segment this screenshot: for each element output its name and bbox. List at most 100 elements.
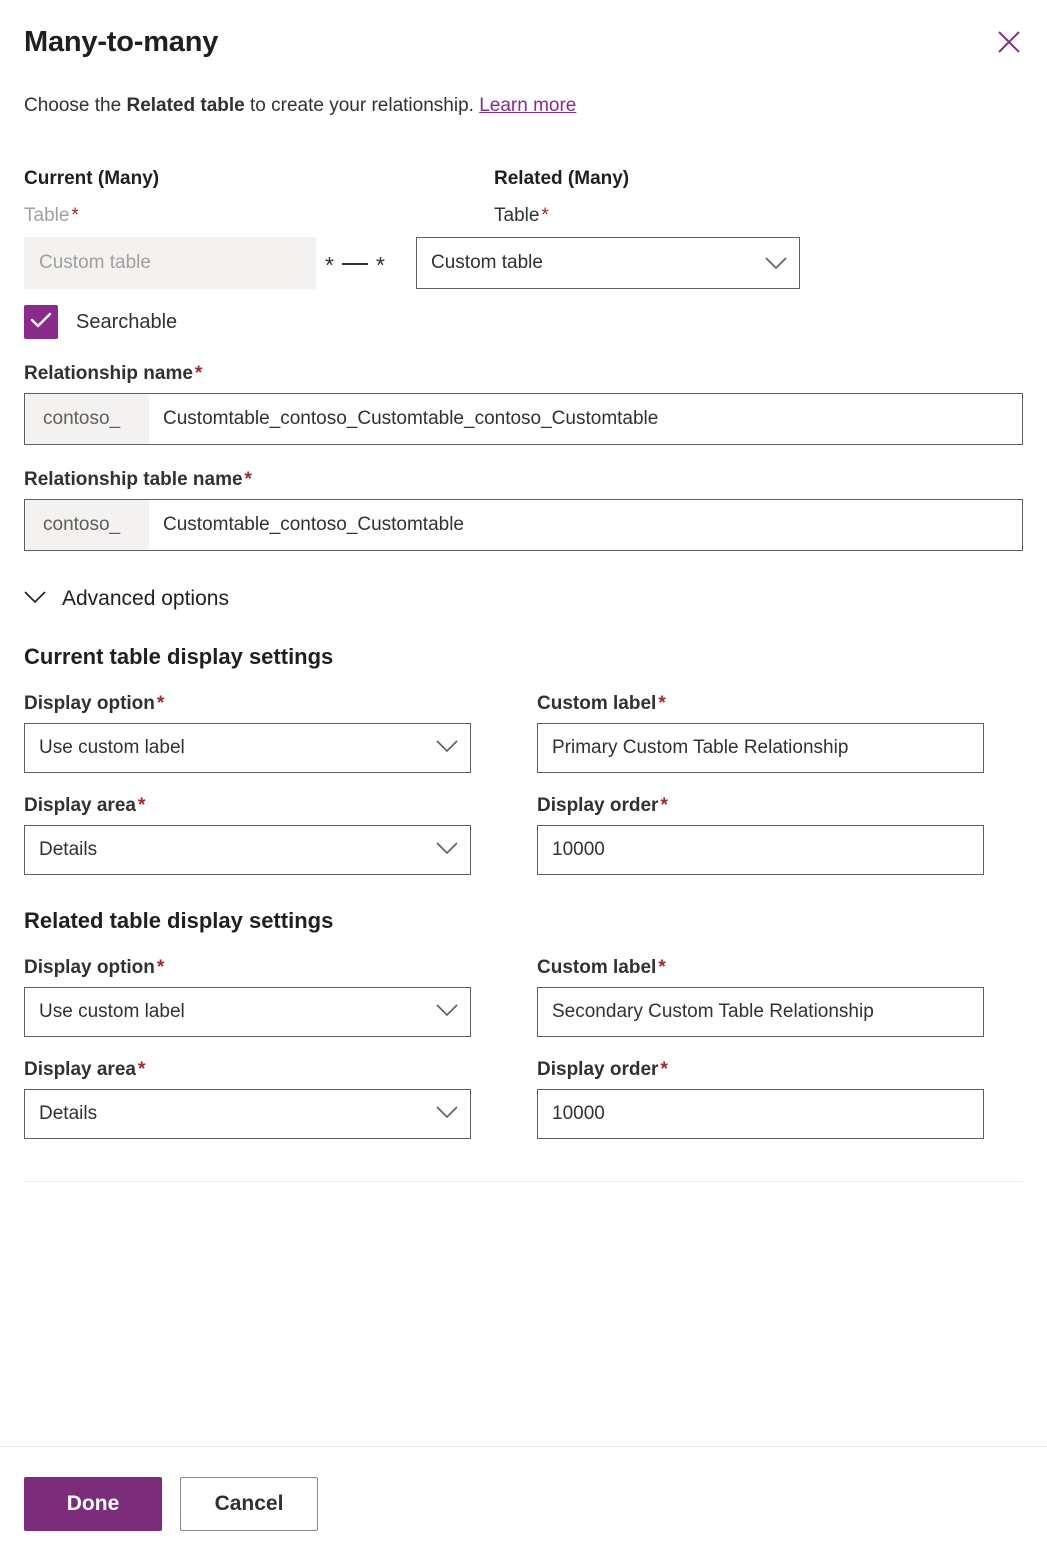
advanced-options-toggle[interactable]: Advanced options xyxy=(24,587,229,611)
related-custom-label-field: Custom label* Secondary Custom Table Rel… xyxy=(537,955,984,1037)
current-custom-label-required: * xyxy=(658,693,665,714)
subtitle-suffix: to create your relationship. xyxy=(245,95,479,116)
related-table-display-title: Related table display settings xyxy=(24,907,1023,935)
related-display-order-field: Display order* 10000 xyxy=(537,1057,984,1139)
chevron-down-icon xyxy=(436,1103,458,1125)
related-display-area-label-text: Display area xyxy=(24,1059,136,1080)
related-display-row-1: Display option* Use custom label Custom … xyxy=(24,955,1023,1037)
related-display-option-label: Display option* xyxy=(24,955,471,981)
current-display-row-1: Display option* Use custom label Custom … xyxy=(24,691,1023,773)
related-display-area-field: Display area* Details xyxy=(24,1057,471,1139)
current-table-value: Custom table xyxy=(39,252,151,274)
relationship-table-name-label-text: Relationship table name xyxy=(24,469,243,490)
relationship-table-name-required: * xyxy=(245,469,252,490)
related-display-option-field: Display option* Use custom label xyxy=(24,955,471,1037)
related-table-required: * xyxy=(541,205,548,226)
related-display-order-label: Display order* xyxy=(537,1057,984,1083)
current-display-option-label: Display option* xyxy=(24,691,471,717)
current-display-option-label-text: Display option xyxy=(24,693,155,714)
table-group-headers: Current (Many) Table* Related (Many) Tab… xyxy=(24,167,1023,235)
close-icon xyxy=(996,29,1022,55)
table-selectors-row: Custom table * * Custom table xyxy=(24,237,1023,289)
related-display-option-value: Use custom label xyxy=(39,1001,185,1023)
related-custom-label-label: Custom label* xyxy=(537,955,984,981)
current-custom-label-field: Custom label* Primary Custom Table Relat… xyxy=(537,691,984,773)
related-display-area-label: Display area* xyxy=(24,1057,471,1083)
searchable-checkbox[interactable]: Searchable xyxy=(24,305,177,339)
relationship-table-name-label: Relationship table name* xyxy=(24,467,1023,493)
chevron-down-icon xyxy=(765,256,787,270)
current-display-option-field: Display option* Use custom label xyxy=(24,691,471,773)
current-display-area-dropdown[interactable]: Details xyxy=(24,825,471,875)
relationship-table-name-field: Relationship table name* contoso_ Custom… xyxy=(24,467,1023,551)
chevron-down-icon xyxy=(24,590,46,609)
current-custom-label-label-text: Custom label xyxy=(537,693,656,714)
current-display-area-value: Details xyxy=(39,839,97,861)
relationship-name-input[interactable]: Customtable_contoso_Customtable_contoso_… xyxy=(149,394,1022,444)
checkmark-icon xyxy=(30,311,52,334)
relationship-table-name-input-group: contoso_ Customtable_contoso_Customtable xyxy=(24,499,1023,551)
current-display-area-label-text: Display area xyxy=(24,795,136,816)
current-display-row-2: Display area* Details Display order* 100… xyxy=(24,793,1023,875)
relationship-name-prefix: contoso_ xyxy=(25,394,149,444)
relationship-name-label: Relationship name* xyxy=(24,361,1023,387)
current-custom-label-input[interactable]: Primary Custom Table Relationship xyxy=(537,723,984,773)
related-display-option-dropdown[interactable]: Use custom label xyxy=(24,987,471,1037)
chevron-down-icon xyxy=(436,839,458,861)
current-table-display-title: Current table display settings xyxy=(24,643,1023,671)
related-display-option-required: * xyxy=(157,957,164,978)
cardinality-connector: * * xyxy=(316,237,394,289)
related-table-value: Custom table xyxy=(431,252,543,274)
advanced-options-label: Advanced options xyxy=(62,587,229,611)
done-button[interactable]: Done xyxy=(24,1477,162,1531)
page-title: Many-to-many xyxy=(24,24,1023,60)
relationship-table-name-input[interactable]: Customtable_contoso_Customtable xyxy=(149,500,1022,550)
current-display-area-required: * xyxy=(138,795,145,816)
chevron-down-icon xyxy=(436,1001,458,1023)
current-table-required: * xyxy=(71,205,78,226)
related-display-order-input[interactable]: 10000 xyxy=(537,1089,984,1139)
current-group-title: Current (Many) xyxy=(24,167,416,191)
current-display-order-label: Display order* xyxy=(537,793,984,819)
dialog-footer: Done Cancel xyxy=(0,1446,1047,1557)
current-display-order-field: Display order* 10000 xyxy=(537,793,984,875)
related-display-order-required: * xyxy=(660,1059,667,1080)
related-custom-label-input[interactable]: Secondary Custom Table Relationship xyxy=(537,987,984,1037)
current-display-option-value: Use custom label xyxy=(39,737,185,759)
section-divider xyxy=(24,1181,1023,1182)
current-display-order-label-text: Display order xyxy=(537,795,658,816)
related-display-row-2: Display area* Details Display order* 100… xyxy=(24,1057,1023,1139)
current-display-option-required: * xyxy=(157,693,164,714)
dialog-subtitle: Choose the Related table to create your … xyxy=(24,93,1023,119)
relationship-name-field: Relationship name* contoso_ Customtable_… xyxy=(24,361,1023,445)
related-table-label: Table* xyxy=(494,203,886,229)
subtitle-emphasis: Related table xyxy=(126,95,244,116)
related-display-area-dropdown[interactable]: Details xyxy=(24,1089,471,1139)
related-table-label-text: Table xyxy=(494,205,539,226)
relationship-name-required: * xyxy=(195,363,202,384)
left-cardinality: * xyxy=(325,254,334,277)
checkbox-box xyxy=(24,305,58,339)
relationship-name-input-group: contoso_ Customtable_contoso_Customtable… xyxy=(24,393,1023,445)
current-table-label-text: Table xyxy=(24,205,69,226)
current-display-order-required: * xyxy=(660,795,667,816)
current-table-input: Custom table xyxy=(24,237,316,289)
current-table-label: Table* xyxy=(24,203,416,229)
related-display-order-label-text: Display order xyxy=(537,1059,658,1080)
dialog-body: Current (Many) Table* Related (Many) Tab… xyxy=(0,119,1047,1446)
chevron-down-icon xyxy=(436,737,458,759)
cancel-button[interactable]: Cancel xyxy=(180,1477,318,1531)
right-cardinality: * xyxy=(376,254,385,277)
subtitle-prefix: Choose the xyxy=(24,95,126,116)
current-display-option-dropdown[interactable]: Use custom label xyxy=(24,723,471,773)
close-button[interactable] xyxy=(989,22,1029,62)
current-display-area-label: Display area* xyxy=(24,793,471,819)
searchable-label: Searchable xyxy=(76,311,177,334)
relationship-name-label-text: Relationship name xyxy=(24,363,193,384)
related-table-dropdown[interactable]: Custom table xyxy=(416,237,800,289)
relationship-table-name-prefix: contoso_ xyxy=(25,500,149,550)
current-display-order-input[interactable]: 10000 xyxy=(537,825,984,875)
current-display-area-field: Display area* Details xyxy=(24,793,471,875)
many-to-many-dialog: Many-to-many Choose the Related table to… xyxy=(0,0,1047,1557)
learn-more-link[interactable]: Learn more xyxy=(479,95,576,116)
